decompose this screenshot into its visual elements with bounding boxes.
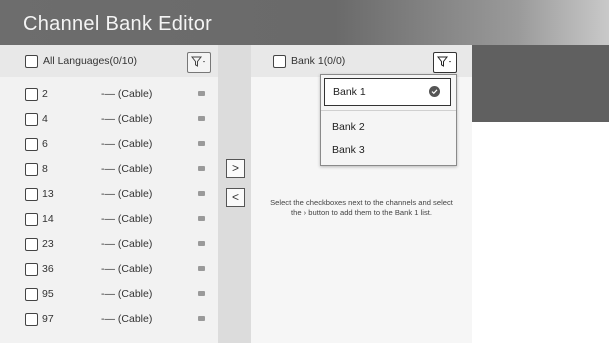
chevron-left-icon: < (231, 190, 239, 204)
tv-icon (198, 141, 205, 146)
channel-source: -— (Cable) (101, 138, 153, 150)
remove-from-bank-button[interactable]: < (226, 188, 245, 207)
dropdown-item-bank-1[interactable]: Bank 1 (324, 78, 451, 106)
filter-icon (191, 56, 205, 67)
dropdown-item-label: Bank 2 (332, 121, 365, 133)
channel-row[interactable]: 2 -— (Cable) (0, 82, 218, 107)
tv-icon (198, 166, 205, 171)
dropdown-item-bank-3[interactable]: Bank 3 (321, 137, 456, 163)
channel-row[interactable]: 23 -— (Cable) (0, 232, 218, 257)
chevron-right-icon: > (231, 161, 239, 175)
channel-list-panel: All Languages(0/10) 2 -— (Cable) 4 -— (C… (0, 45, 218, 343)
channel-source: -— (Cable) (101, 238, 153, 250)
dark-panel (472, 45, 609, 122)
channel-source: -— (Cable) (101, 88, 153, 100)
channel-row[interactable]: 4 -— (Cable) (0, 107, 218, 132)
tv-icon (198, 91, 205, 96)
channel-checkbox[interactable] (25, 313, 38, 326)
tv-icon (198, 291, 205, 296)
select-all-checkbox[interactable] (25, 55, 38, 68)
dropdown-divider (321, 110, 456, 111)
tv-icon (198, 216, 205, 221)
channel-row[interactable]: 14 -— (Cable) (0, 207, 218, 232)
channel-checkbox[interactable] (25, 138, 38, 151)
bank-list-header: Bank 1(0/0) (251, 45, 472, 77)
channel-checkbox[interactable] (25, 263, 38, 276)
channel-checkbox[interactable] (25, 238, 38, 251)
channel-number: 23 (42, 238, 54, 250)
channel-checkbox[interactable] (25, 88, 38, 101)
channel-list-header: All Languages(0/10) (0, 45, 218, 77)
channel-checkbox[interactable] (25, 288, 38, 301)
channel-source: -— (Cable) (101, 213, 153, 225)
dropdown-item-label: Bank 3 (332, 144, 365, 156)
channel-checkbox[interactable] (25, 213, 38, 226)
tv-icon (198, 191, 205, 196)
tv-icon (198, 316, 205, 321)
dropdown-item-label: Bank 1 (333, 86, 366, 98)
title-bar: Channel Bank Editor (0, 0, 609, 45)
channel-source: -— (Cable) (101, 313, 153, 325)
channel-source: -— (Cable) (101, 288, 153, 300)
filter-icon (437, 56, 451, 67)
filter-button-left[interactable] (187, 52, 211, 73)
channel-row[interactable]: 13 -— (Cable) (0, 182, 218, 207)
channel-checkbox[interactable] (25, 163, 38, 176)
channel-number: 36 (42, 263, 54, 275)
tv-icon (198, 266, 205, 271)
bank-select-all-checkbox[interactable] (273, 55, 286, 68)
bank-dropdown: Bank 1 Bank 2 Bank 3 (320, 74, 457, 166)
channel-row[interactable]: 8 -— (Cable) (0, 157, 218, 182)
channel-number: 14 (42, 213, 54, 225)
channel-row[interactable]: 6 -— (Cable) (0, 132, 218, 157)
channel-source: -— (Cable) (101, 163, 153, 175)
channel-number: 13 (42, 188, 54, 200)
channel-number: 6 (42, 138, 48, 150)
channel-checkbox[interactable] (25, 188, 38, 201)
channel-source: -— (Cable) (101, 113, 153, 125)
tv-icon (198, 116, 205, 121)
channel-number: 8 (42, 163, 48, 175)
add-to-bank-button[interactable]: > (226, 159, 245, 178)
channel-source: -— (Cable) (101, 188, 153, 200)
channel-row[interactable]: 97 -— (Cable) (0, 307, 218, 332)
channel-number: 4 (42, 113, 48, 125)
bank-header-label: Bank 1(0/0) (291, 55, 346, 67)
channel-row[interactable]: 95 -— (Cable) (0, 282, 218, 307)
channel-checkbox[interactable] (25, 113, 38, 126)
channel-number: 2 (42, 88, 48, 100)
channel-row[interactable]: 36 -— (Cable) (0, 257, 218, 282)
checkmark-icon (429, 86, 440, 97)
tv-icon (198, 241, 205, 246)
filter-button-right[interactable] (433, 52, 457, 73)
help-text: Select the checkboxes next to the channe… (270, 198, 453, 217)
channel-number: 97 (42, 313, 54, 325)
window-title: Channel Bank Editor (23, 13, 213, 35)
all-languages-label: All Languages(0/10) (43, 55, 137, 67)
channel-number: 95 (42, 288, 54, 300)
channel-source: -— (Cable) (101, 263, 153, 275)
